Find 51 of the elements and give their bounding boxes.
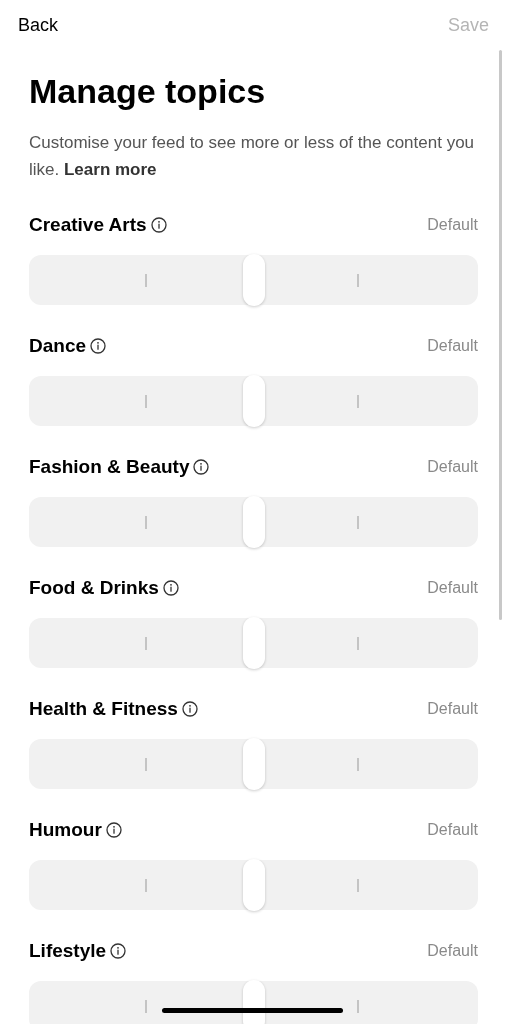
topic-slider[interactable] [29,860,478,910]
topic-name: Lifestyle [29,938,107,963]
topic-slider[interactable] [29,376,478,426]
tick-mark [357,879,359,892]
info-icon[interactable] [181,701,198,717]
back-button[interactable]: Back [18,11,59,39]
tick-mark [145,879,147,892]
tick-mark [357,637,359,650]
tick-mark [145,637,147,650]
topic-value: Default [427,215,478,235]
slider-thumb[interactable] [242,496,265,548]
slider-thumb[interactable] [242,254,265,306]
info-icon[interactable] [105,822,122,838]
topic-name: Dance [29,333,87,358]
topic-name: Humour [29,817,102,842]
topic-value: Default [427,336,478,356]
topic-slider[interactable] [29,497,478,547]
topic-slider[interactable] [29,981,478,1024]
topic-name: Creative Arts [29,212,147,237]
topic-value: Default [427,820,478,840]
topic-slider[interactable] [29,618,478,668]
info-icon[interactable] [193,459,210,475]
topic-name: Fashion & Beauty [29,454,190,479]
info-icon[interactable] [150,217,167,233]
info-icon[interactable] [90,338,107,354]
tick-mark [357,395,359,408]
slider-thumb[interactable] [242,617,265,669]
topic-slider[interactable] [29,739,478,789]
topic-name: Food & Drinks [29,575,159,600]
tick-mark [145,274,147,287]
tick-mark [145,395,147,408]
slider-thumb[interactable] [242,859,265,911]
slider-thumb[interactable] [242,375,265,427]
topic-value: Default [427,578,478,598]
tick-mark [357,1000,359,1013]
topic-value: Default [427,457,478,477]
topic-value: Default [427,941,478,961]
topic-name: Health & Fitness [29,696,178,721]
tick-mark [357,274,359,287]
slider-thumb[interactable] [242,738,265,790]
tick-mark [357,758,359,771]
page-title: Manage topics [29,72,267,110]
tick-mark [145,1000,147,1013]
description: Customise your feed to see more or less of the content you like. Learn more [29,132,476,181]
tick-mark [145,516,147,529]
topic-slider[interactable] [29,255,478,305]
tick-mark [145,758,147,771]
tick-mark [357,516,359,529]
info-icon[interactable] [162,580,179,596]
info-icon[interactable] [110,943,127,959]
topic-value: Default [427,699,478,719]
